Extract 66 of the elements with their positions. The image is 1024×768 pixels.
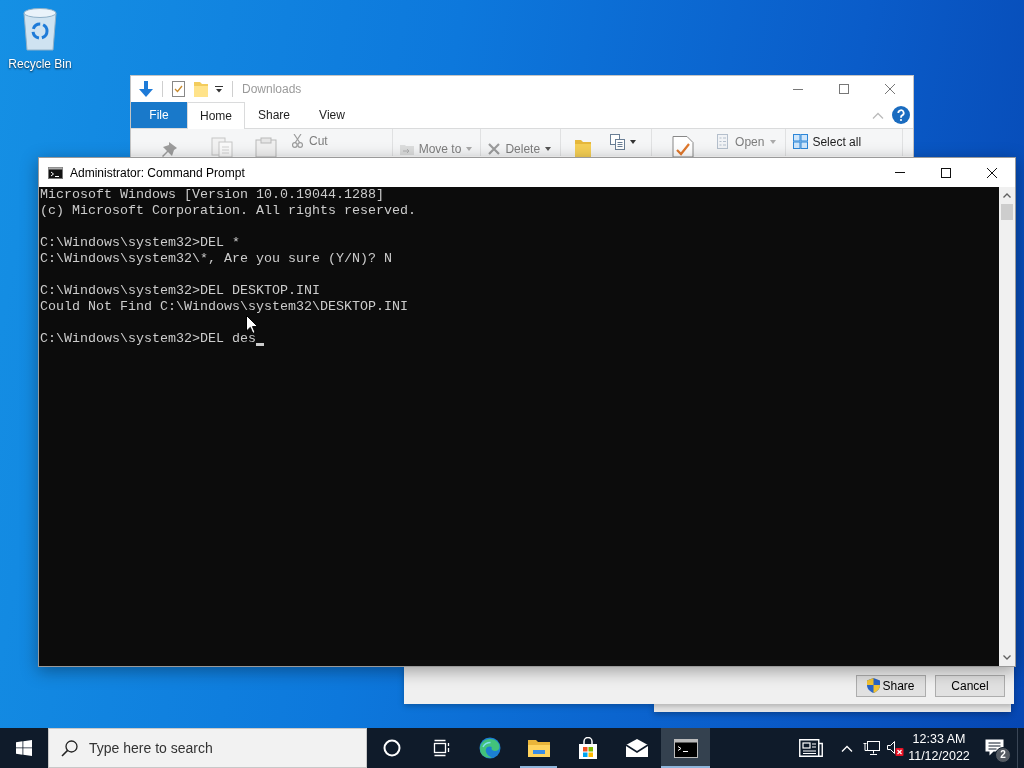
- dropdown-caret-icon[interactable]: [215, 85, 223, 93]
- console-line: C:\Windows\system32>DEL DESKTOP.INI: [40, 283, 320, 299]
- clipboard-icon[interactable]: [255, 137, 277, 157]
- checked-document-icon[interactable]: [672, 136, 695, 157]
- search-icon: [61, 740, 78, 757]
- minimize-icon: [895, 172, 905, 173]
- maximize-icon: [941, 167, 951, 178]
- documents-icon: [610, 134, 628, 150]
- windows-logo-icon: [16, 740, 32, 756]
- chevron-up-icon: [841, 744, 853, 752]
- download-arrow-icon[interactable]: [139, 81, 153, 97]
- select-all-button[interactable]: Select all: [793, 134, 862, 149]
- console-line: C:\Windows\system32\*, Are you sure (Y/N)? N: [40, 251, 392, 267]
- ribbon-tab[interactable]: View: [303, 102, 361, 128]
- checklist-icon: [717, 134, 730, 149]
- console-line: C:\Windows\system32>DEL des: [40, 331, 256, 347]
- chevron-up-icon: [1003, 193, 1011, 198]
- network-icon: [862, 740, 880, 756]
- caret-icon: [770, 139, 777, 144]
- desktop-icon-label[interactable]: Recycle Bin: [8, 57, 72, 72]
- caret-icon: [630, 140, 637, 144]
- ribbon-tab[interactable]: File: [131, 102, 187, 128]
- grid-icon: [793, 134, 809, 149]
- scrollbar-thumb[interactable]: [1001, 204, 1013, 220]
- circle-icon: [382, 739, 401, 757]
- terminal-icon: [673, 738, 698, 758]
- maximize-icon: [839, 84, 849, 94]
- clock-button[interactable]: 12:33 AM 11/12/2022: [907, 728, 971, 768]
- mouse-pointer-icon: [246, 315, 258, 334]
- help-icon[interactable]: [892, 106, 910, 124]
- checklist-icon[interactable]: [172, 81, 185, 97]
- dialog-button[interactable]: Cancel: [935, 674, 1005, 697]
- task-view-icon: [431, 739, 450, 757]
- close-icon: [885, 84, 895, 94]
- scissors-icon: [292, 134, 303, 148]
- shield-icon: [867, 678, 881, 693]
- dialog-button[interactable]: Share: [856, 674, 926, 697]
- folder-arrow-icon: [399, 143, 414, 155]
- clock-date: 11/12/2022: [908, 748, 970, 765]
- window-title: Downloads: [242, 81, 302, 98]
- minimize-icon: [793, 88, 803, 90]
- clock-time: 12:33 AM: [912, 731, 966, 748]
- documents-dropdown-button[interactable]: [610, 134, 637, 150]
- window-title: Administrator: Command Prompt: [70, 164, 245, 182]
- caret-icon: [466, 147, 473, 151]
- swirl-icon: [478, 737, 501, 759]
- console-line: (c) Microsoft Corporation. All rights reserved.: [40, 203, 416, 219]
- notification-count: 2: [995, 747, 1011, 763]
- search-field[interactable]: Type here to search: [48, 728, 367, 768]
- trash-bin-icon[interactable]: [20, 6, 60, 52]
- ribbon-tab[interactable]: Home: [187, 102, 245, 129]
- cross-icon: [488, 143, 501, 155]
- newspaper-icon: [799, 739, 823, 757]
- shopping-bag-icon: [576, 737, 599, 759]
- console-line: C:\Windows\system32>DEL *: [40, 235, 240, 251]
- ribbon-tab[interactable]: Share: [245, 102, 303, 128]
- chevron-down-icon: [1003, 655, 1011, 660]
- taskbar-button[interactable]: [661, 728, 710, 768]
- folder-icon: [526, 738, 551, 758]
- notifications-button[interactable]: 2: [971, 728, 1017, 768]
- close-icon: [987, 167, 997, 178]
- caret-icon: [545, 147, 552, 151]
- envelope-icon: [624, 739, 649, 757]
- console-line: Microsoft Windows [Version 10.0.19044.1288]: [40, 187, 384, 203]
- console-line: Could Not Find C:\Windows\system32\DESKTOP.INI: [40, 299, 408, 315]
- terminal-icon: [48, 166, 63, 179]
